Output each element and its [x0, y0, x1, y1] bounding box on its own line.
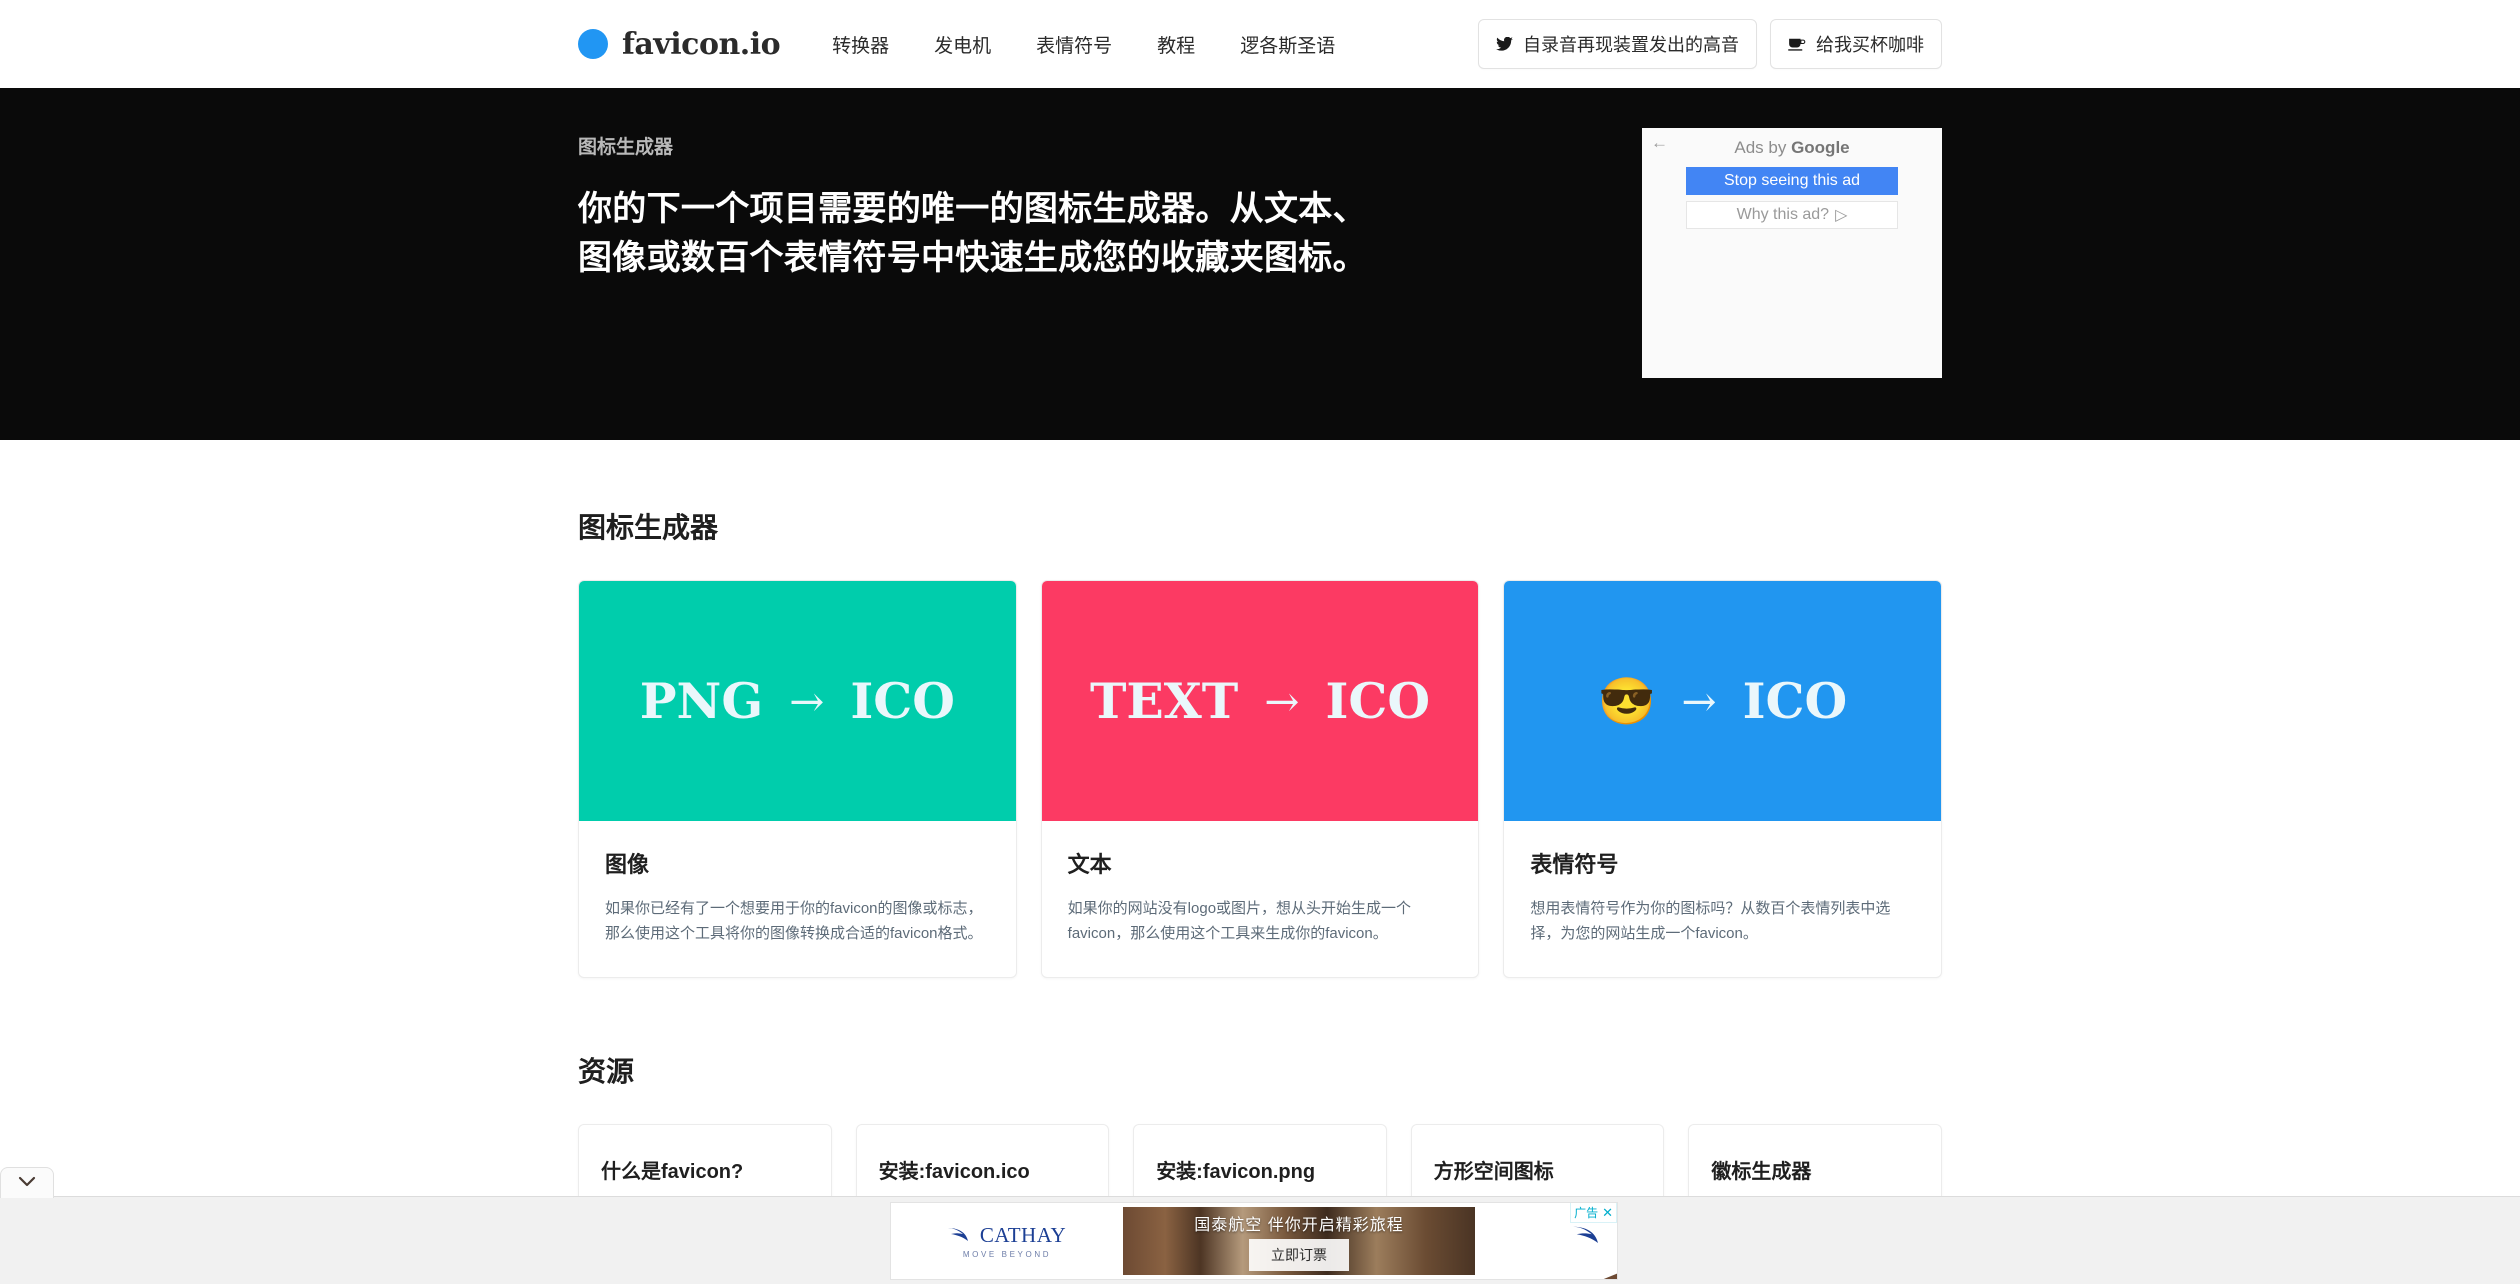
book-now-button[interactable]: 立即订票 — [1249, 1239, 1349, 1271]
ad-label-close[interactable]: 广告 ✕ — [1570, 1203, 1617, 1223]
cathay-tagline: MOVE BEYOND — [962, 1250, 1052, 1259]
card-title-image: 图像 — [605, 852, 650, 877]
sunglasses-emoji-icon: 😎 — [1598, 673, 1656, 728]
banner-left-label: TEXT — [1089, 672, 1239, 730]
google-wordmark: Google — [1791, 138, 1850, 157]
hero-eyebrow: 图标生成器 — [578, 137, 674, 158]
banner-right-label: ICO — [1742, 672, 1848, 730]
twitter-button[interactable]: 自录音再现装置发出的高音 — [1478, 19, 1757, 69]
cathay-ad-headline: 国泰航空 伴你开启精彩旅程 — [1194, 1217, 1404, 1234]
card-image-generator[interactable]: PNG → ICO 图像 如果你已经有了一个想要用于你的favicon的图像或标… — [578, 580, 1017, 978]
resources-section-title: 资源 — [578, 1055, 635, 1087]
close-icon: ✕ — [1602, 1204, 1613, 1220]
nav-item-tutorial[interactable]: 教程 — [1157, 31, 1195, 58]
brand-logo[interactable]: favicon.io — [578, 26, 781, 62]
banner-right-label: ICO — [1325, 672, 1431, 730]
banner-right-label: ICO — [850, 672, 955, 730]
main-nav: 转换器 发电机 表情符号 教程 逻各斯圣语 — [832, 31, 1335, 58]
cathay-ad-image: 国泰航空 伴你开启精彩旅程 立即订票 — [1123, 1207, 1475, 1275]
card-text-generator[interactable]: TEXT → ICO 文本 如果你的网站没有logo或图片，想从头开始生成一个f… — [1040, 580, 1480, 978]
nav-item-generator[interactable]: 发电机 — [934, 31, 991, 58]
card-desc-emoji: 想用表情符号作为你的图标吗？从数百个表情列表中选择，为您的网站生成一个favic… — [1530, 900, 1891, 942]
header-actions: 自录音再现装置发出的高音 给我买杯咖啡 — [1478, 0, 1942, 88]
nav-item-converter[interactable]: 转换器 — [832, 31, 889, 58]
chevron-down-icon — [18, 1174, 36, 1192]
resource-card-title: 什么是favicon? — [601, 1160, 744, 1183]
stop-seeing-ad-button[interactable]: Stop seeing this ad — [1686, 167, 1898, 195]
card-banner-emoji: 😎 → ICO — [1504, 581, 1942, 821]
main-content: 图标生成器 PNG → ICO 图像 如果你已经有了一个想要用于你的favico… — [0, 506, 2520, 1225]
cathay-ad[interactable]: CATHAY MOVE BEYOND 国泰航空 伴你开启精彩旅程 立即订票 广告… — [890, 1202, 1618, 1280]
arrow-right-icon: → — [1681, 676, 1717, 726]
resource-card-title: 安装:favicon.ico — [878, 1160, 1030, 1183]
ads-by-text: Ads by — [1734, 138, 1792, 157]
ad-collapse-button[interactable] — [0, 1167, 54, 1198]
resource-card-title: 徽标生成器 — [1711, 1160, 1812, 1183]
bottom-ad-bar: CATHAY MOVE BEYOND 国泰航空 伴你开启精彩旅程 立即订票 广告… — [0, 1167, 2520, 1284]
twitter-button-label: 自录音再现装置发出的高音 — [1523, 35, 1739, 55]
coffee-button-label: 给我买杯咖啡 — [1816, 35, 1924, 55]
ads-by-google-label: Ads by Google — [1642, 128, 1942, 158]
nav-item-logos[interactable]: 逻各斯圣语 — [1240, 31, 1335, 58]
ad-back-arrow-icon[interactable]: ← — [1651, 134, 1668, 151]
coffee-icon — [1788, 37, 1806, 51]
twitter-icon — [1496, 37, 1513, 51]
cathay-brushwing-icon — [1573, 1223, 1603, 1249]
card-desc-text: 如果你的网站没有logo或图片，想从头开始生成一个favicon，那么使用这个工… — [1067, 900, 1412, 942]
card-desc-image: 如果你已经有了一个想要用于你的favicon的图像或标志，那么使用这个工具将你的… — [605, 900, 983, 942]
card-emoji-generator[interactable]: 😎 → ICO 表情符号 想用表情符号作为你的图标吗？从数百个表情列表中选择，为… — [1503, 580, 1943, 978]
cathay-ad-right-panel: 广告 ✕ — [1475, 1203, 1617, 1279]
nav-item-emoji[interactable]: 表情符号 — [1036, 31, 1112, 58]
site-header: favicon.io 转换器 发电机 表情符号 教程 逻各斯圣语 自录音再现装置… — [0, 0, 2520, 88]
arrow-right-icon: → — [1264, 676, 1300, 726]
cathay-brand-name: CATHAY — [979, 1223, 1067, 1247]
banner-left-label: PNG — [639, 672, 764, 730]
card-title-emoji: 表情符号 — [1530, 852, 1619, 877]
card-title-text: 文本 — [1067, 852, 1112, 877]
why-this-ad-label: Why this ad? — [1736, 206, 1830, 223]
google-ad-panel: ← Ads by Google Stop seeing this ad Why … — [1642, 128, 1942, 378]
why-this-ad-button[interactable]: Why this ad? ▷ — [1686, 201, 1898, 229]
play-triangle-icon: ▷ — [1835, 207, 1848, 224]
resource-card-title: 方形空间图标 — [1433, 1160, 1554, 1183]
hero-title: 你的下一个项目需要的唯一的图标生成器。从文本、图像或数百个表情符号中快速生成您的… — [578, 190, 1367, 277]
hero-section: 图标生成器 你的下一个项目需要的唯一的图标生成器。从文本、图像或数百个表情符号中… — [0, 88, 2520, 440]
generator-cards: PNG → ICO 图像 如果你已经有了一个想要用于你的favicon的图像或标… — [578, 580, 1943, 978]
brand-name: favicon.io — [622, 26, 781, 62]
ad-label-text: 广告 — [1574, 1206, 1599, 1220]
generators-section-title: 图标生成器 — [578, 512, 719, 543]
resource-card-title: 安装:favicon.png — [1156, 1160, 1316, 1183]
arrow-right-icon: → — [789, 676, 825, 726]
card-banner-image: PNG → ICO — [579, 581, 1016, 821]
favicon-dot-icon — [578, 29, 608, 59]
decorative-diagonal — [1475, 1254, 1617, 1279]
card-banner-text: TEXT → ICO — [1041, 581, 1479, 821]
hero-text: 图标生成器 你的下一个项目需要的唯一的图标生成器。从文本、图像或数百个表情符号中… — [578, 118, 1398, 378]
buy-me-coffee-button[interactable]: 给我买杯咖啡 — [1770, 19, 1942, 69]
cathay-logo: CATHAY MOVE BEYOND — [891, 1223, 1123, 1259]
cathay-brushwing-icon — [947, 1225, 972, 1246]
